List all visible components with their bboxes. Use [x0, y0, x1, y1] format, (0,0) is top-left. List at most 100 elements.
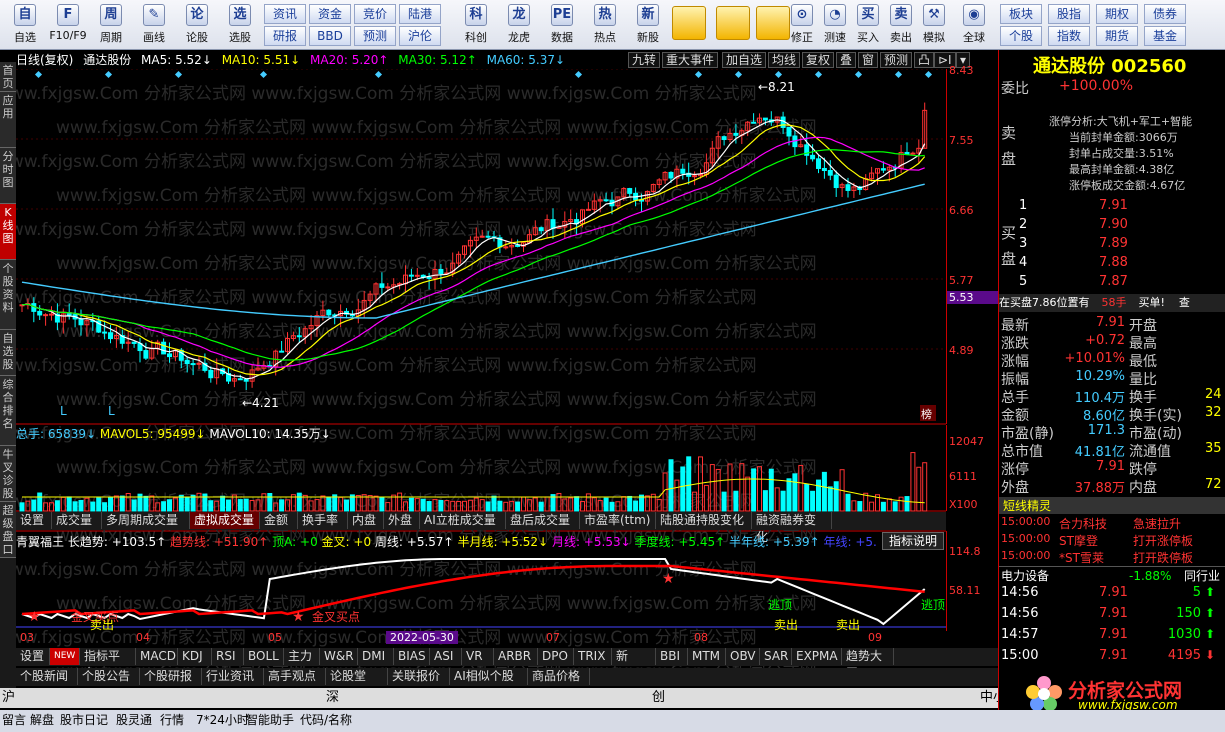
chart-toolbar-button[interactable]: 叠: [836, 52, 857, 68]
chart-toolbar-button[interactable]: 凸: [914, 52, 935, 68]
chart-toolbar-button[interactable]: 预测: [880, 52, 913, 68]
bid-price[interactable]: 7.90: [1099, 217, 1128, 232]
left-tab[interactable]: 应用: [0, 92, 16, 148]
chart-toolbar-button[interactable]: 复权: [802, 52, 835, 68]
toolbar-button[interactable]: ✎ 画线: [133, 2, 175, 48]
indicator-tab[interactable]: 趋势大王: [842, 648, 894, 680]
indicator-tab[interactable]: KDJ: [178, 648, 212, 665]
indicator-tab[interactable]: BOLL: [244, 648, 284, 665]
grid-button[interactable]: 个股: [1000, 26, 1042, 46]
status-item[interactable]: 行情: [160, 710, 184, 730]
event-marker-icon[interactable]: [734, 70, 743, 79]
grid-button[interactable]: 竞价: [354, 4, 396, 24]
chart-toolbar-button[interactable]: 重大事件: [662, 52, 719, 68]
indicator-tab[interactable]: W&R: [320, 648, 358, 665]
grid-button[interactable]: 期权: [1096, 4, 1138, 24]
volume-tab[interactable]: 成交量: [52, 512, 102, 529]
grid-button[interactable]: 资金: [309, 4, 351, 24]
indicator-tab[interactable]: 设置: [16, 648, 50, 665]
grid-button[interactable]: 预测: [354, 26, 396, 46]
index-label[interactable]: 沪: [2, 688, 15, 708]
grid-button[interactable]: 期货: [1096, 26, 1138, 46]
sprite-stock[interactable]: *ST雪莱: [1059, 549, 1104, 566]
status-item[interactable]: 解盘: [30, 710, 54, 730]
bid-price[interactable]: 7.87: [1099, 274, 1128, 289]
indicator-tab[interactable]: NEW: [50, 648, 80, 665]
event-marker-icon[interactable]: [894, 70, 903, 79]
bid-price[interactable]: 7.88: [1099, 255, 1128, 270]
indicator-tab[interactable]: BBI: [656, 648, 688, 665]
event-marker-icon[interactable]: [774, 70, 783, 79]
news-tab[interactable]: 个股研报: [140, 668, 202, 685]
indicator-tab[interactable]: ASI: [430, 648, 462, 665]
toolbar-button[interactable]: ⊙ 修正: [785, 2, 819, 48]
sector-name[interactable]: 电力设备: [1001, 567, 1049, 585]
index-label[interactable]: 创: [652, 688, 665, 708]
index-label[interactable]: 深: [326, 688, 339, 708]
news-tab[interactable]: 个股公告: [78, 668, 140, 685]
status-item[interactable]: 股市日记: [60, 710, 108, 730]
indicator-tab[interactable]: ARBR: [494, 648, 538, 665]
toolbar-button[interactable]: 选选股: [219, 2, 261, 48]
bid-price[interactable]: 7.89: [1099, 236, 1128, 251]
toolbar-button[interactable]: ◉ 全球: [957, 2, 991, 48]
grid-button[interactable]: 沪伦: [399, 26, 441, 46]
news-tab[interactable]: 关联报价: [388, 668, 450, 685]
indicator-tab[interactable]: OBV: [726, 648, 760, 665]
event-marker-icon[interactable]: [259, 70, 268, 79]
event-marker-icon[interactable]: [104, 70, 113, 79]
volume-tab[interactable]: 融资融券变化: [752, 512, 832, 544]
indicator-tab[interactable]: 新DMA: [612, 648, 656, 680]
volume-tab[interactable]: 陆股通持股变化: [656, 512, 752, 529]
indicator-tab[interactable]: MTM: [688, 648, 726, 665]
bid-price[interactable]: 7.91: [1099, 198, 1128, 213]
same-industry-button[interactable]: 同行业: [1184, 567, 1220, 585]
left-tab[interactable]: 自选股: [0, 330, 16, 376]
news-tab[interactable]: 商品价格: [528, 668, 590, 685]
grid-button[interactable]: 债券: [1144, 4, 1186, 24]
toolbar-button[interactable]: 卖卖出: [884, 2, 918, 48]
toolbar-button[interactable]: ⚒ 模拟: [917, 2, 951, 48]
indicator-tab[interactable]: MACD: [136, 648, 178, 665]
status-item[interactable]: 7*24小时: [196, 710, 249, 730]
news-tab[interactable]: 论股堂: [326, 668, 388, 685]
toolbar-button[interactable]: 新新股: [627, 2, 669, 48]
indicator-tab[interactable]: TRIX: [574, 648, 612, 665]
news-tab[interactable]: 高手观点: [264, 668, 326, 685]
news-tab[interactable]: AI相似个股: [450, 668, 528, 685]
toolbar-button[interactable]: PE 数据: [541, 2, 583, 48]
volume-tab[interactable]: 多周期成交量: [102, 512, 190, 529]
toolbar-button[interactable]: 买买入: [851, 2, 885, 48]
chart-toolbar-button[interactable]: 加自选: [722, 52, 767, 68]
volume-tab[interactable]: 虚拟成交量: [190, 512, 260, 529]
toolbar-button[interactable]: 科科创: [455, 2, 497, 48]
left-tab[interactable]: 分时图: [0, 148, 16, 204]
grid-button[interactable]: 资讯: [264, 4, 306, 24]
sprite-stock[interactable]: 合力科技: [1059, 515, 1107, 532]
event-marker-icon[interactable]: [924, 70, 933, 79]
toolbar-button[interactable]: 周周期: [90, 2, 132, 48]
grid-button[interactable]: 研报: [264, 26, 306, 46]
indicator-tab[interactable]: DPO: [538, 648, 574, 665]
chart-toolbar-button[interactable]: 窗: [858, 52, 879, 68]
event-marker-icon[interactable]: [34, 70, 43, 79]
left-tab[interactable]: 综合排名: [0, 376, 16, 446]
indicator-tab[interactable]: 主力: [284, 648, 320, 665]
toolbar-button[interactable]: 论论股: [176, 2, 218, 48]
indicator-tab[interactable]: VR: [462, 648, 494, 665]
chart-period[interactable]: 日线(复权): [16, 53, 73, 67]
toolbar-button[interactable]: 热热点: [584, 2, 626, 48]
event-marker-icon[interactable]: [854, 70, 863, 79]
volume-tab[interactable]: 设置: [16, 512, 52, 529]
left-tab[interactable]: K线图: [0, 204, 16, 260]
volume-tab[interactable]: 市盈率(ttm): [580, 512, 656, 529]
indicator-tab[interactable]: DMI: [358, 648, 394, 665]
status-item[interactable]: 留言: [2, 710, 26, 730]
toolbar-button[interactable]: ◔ 测速: [818, 2, 852, 48]
volume-tab[interactable]: 盘后成交量: [506, 512, 580, 529]
left-tab[interactable]: 首页: [0, 62, 16, 92]
ranking-tag-label[interactable]: 榜: [921, 407, 932, 421]
left-tab[interactable]: 个股资料: [0, 260, 16, 330]
left-tab[interactable]: 超级盘口: [0, 502, 16, 558]
indicator-tab[interactable]: BIAS: [394, 648, 430, 665]
